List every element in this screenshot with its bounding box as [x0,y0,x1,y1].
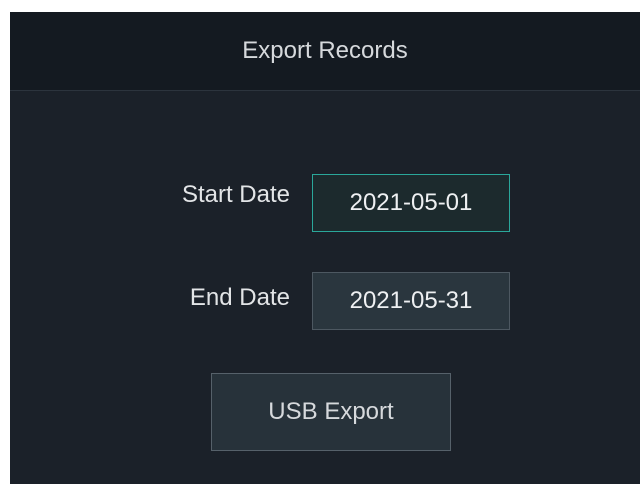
usb-export-button[interactable]: USB Export [211,373,451,451]
header-bar: Export Records [10,12,640,91]
start-date-label: Start Date [181,181,290,208]
page-title: Export Records [242,37,408,64]
export-records-screen: Export Records Start Date 2021-05-01 End… [10,12,640,484]
end-date-label: End Date [189,284,290,311]
end-date-field[interactable]: 2021-05-31 [312,272,510,330]
start-date-field[interactable]: 2021-05-01 [312,174,510,232]
